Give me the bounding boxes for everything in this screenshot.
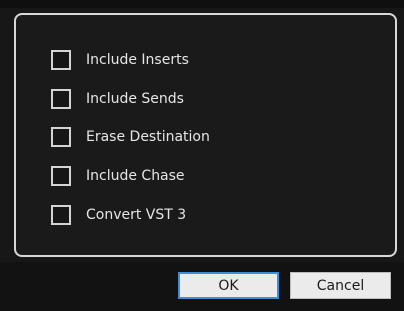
convert-vst3-checkbox[interactable]: [51, 205, 71, 225]
dialog-window: Include Inserts Include Sends Erase Dest…: [0, 0, 404, 311]
option-erase-destination[interactable]: Erase Destination: [51, 126, 210, 148]
cancel-button[interactable]: Cancel: [290, 272, 391, 299]
convert-vst3-label: Convert VST 3: [86, 207, 187, 223]
options-panel: Include Inserts Include Sends Erase Dest…: [14, 13, 397, 257]
erase-destination-label: Erase Destination: [86, 129, 210, 145]
include-chase-label: Include Chase: [86, 168, 185, 184]
include-sends-label: Include Sends: [86, 91, 184, 107]
option-include-sends[interactable]: Include Sends: [51, 88, 184, 110]
option-convert-vst3[interactable]: Convert VST 3: [51, 204, 186, 226]
title-strip: [0, 0, 404, 8]
include-inserts-checkbox[interactable]: [51, 50, 71, 70]
include-sends-checkbox[interactable]: [51, 89, 71, 109]
erase-destination-checkbox[interactable]: [51, 127, 71, 147]
include-inserts-label: Include Inserts: [86, 52, 189, 68]
ok-button[interactable]: OK: [178, 272, 279, 299]
option-include-inserts[interactable]: Include Inserts: [51, 49, 189, 71]
option-include-chase[interactable]: Include Chase: [51, 165, 185, 187]
include-chase-checkbox[interactable]: [51, 166, 71, 186]
